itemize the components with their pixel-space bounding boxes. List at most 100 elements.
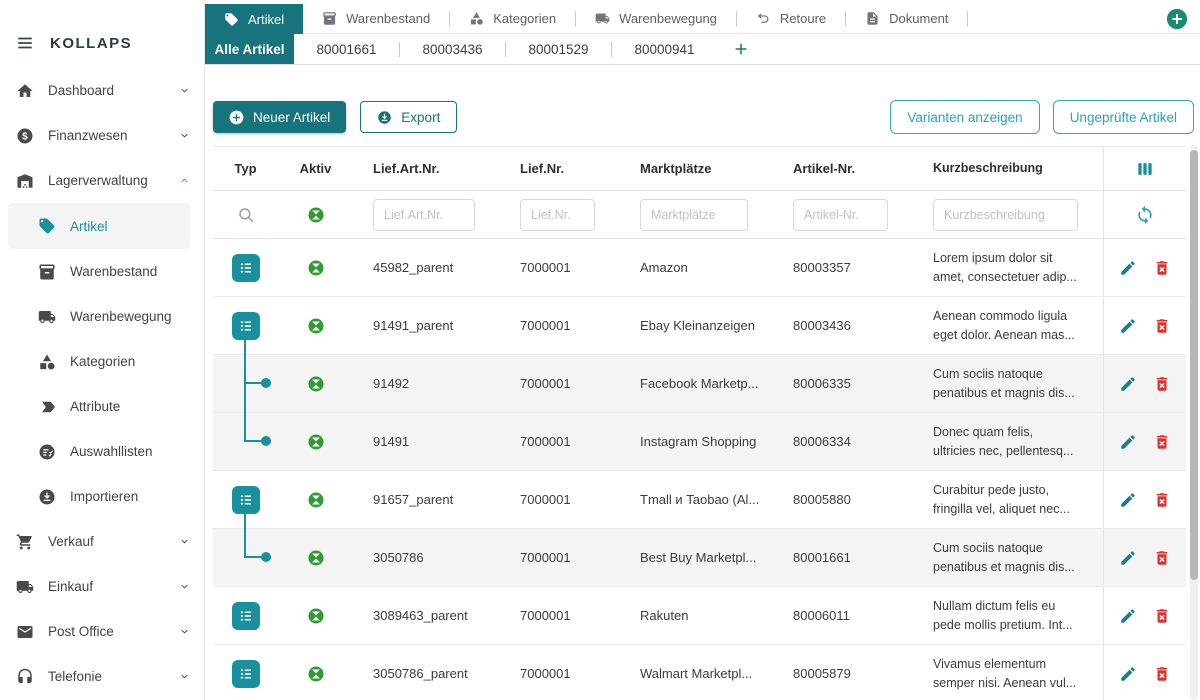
filter-kurzbeschreibung-input[interactable]	[933, 199, 1078, 231]
menu-icon[interactable]	[16, 34, 34, 52]
table-row[interactable]: 3050786_parent 7000001 Walmart Marketpl.…	[213, 645, 1186, 700]
tab-label: Retoure	[780, 11, 826, 26]
table-row[interactable]: 3089463_parent 7000001 Rakuten 80006011 …	[213, 587, 1186, 645]
sidebar-item-finanzwesen[interactable]: Finanzwesen	[0, 113, 204, 158]
table-row[interactable]: 91491_parent 7000001 Ebay Kleinanzeigen …	[213, 297, 1186, 355]
tab-label: 80000941	[634, 42, 694, 57]
variant-list-button[interactable]	[232, 312, 260, 340]
edit-icon[interactable]	[1119, 491, 1137, 509]
sidebar-item-importieren[interactable]: Importieren	[0, 474, 204, 519]
variant-list-button[interactable]	[232, 660, 260, 688]
variant-list-button[interactable]	[232, 486, 260, 514]
search-icon[interactable]	[237, 206, 255, 224]
edit-icon[interactable]	[1119, 259, 1137, 277]
tab-alle-artikel[interactable]: Alle Artikel	[205, 34, 294, 64]
edit-icon[interactable]	[1119, 665, 1137, 683]
sidebar-item-post-office[interactable]: Post Office	[0, 609, 204, 654]
filter-artikel-nr-input[interactable]	[793, 199, 888, 231]
actions-cell	[1103, 355, 1186, 412]
edit-icon[interactable]	[1119, 317, 1137, 335]
kurzbeschreibung-cell: Donec quam felis, ultricies nec, pellent…	[913, 423, 1103, 461]
tab-kategorien[interactable]: Kategorien	[450, 4, 575, 33]
export-button[interactable]: Export	[360, 101, 457, 133]
tab-article-80003436[interactable]: 80003436	[400, 34, 505, 64]
refresh-icon[interactable]	[1135, 205, 1155, 225]
kurzbeschreibung-cell: Nullam dictum felis eu pede mollis preti…	[913, 597, 1103, 635]
sidebar-item-warenbestand[interactable]: Warenbestand	[0, 249, 204, 294]
new-article-button[interactable]: Neuer Artikel	[213, 101, 346, 133]
add-article-tab-button[interactable]	[733, 34, 749, 64]
tab-article-80001661[interactable]: 80001661	[294, 34, 399, 64]
table-row-child[interactable]: 91492 7000001 Facebook Marketp... 800063…	[213, 355, 1186, 413]
marktplatz-cell: Facebook Marketp...	[620, 376, 773, 391]
filter-lief-art-nr-input[interactable]	[373, 199, 475, 231]
chevron-down-icon	[179, 626, 190, 637]
delete-icon[interactable]	[1153, 317, 1171, 335]
filter-marktplaetze-input[interactable]	[640, 199, 748, 231]
delete-icon[interactable]	[1153, 433, 1171, 451]
tab-warenbewegung[interactable]: Warenbewegung	[576, 4, 736, 33]
active-status-icon	[307, 375, 325, 393]
plus-circle-icon	[1166, 8, 1188, 30]
table-row-child[interactable]: 3050786 7000001 Best Buy Marketpl... 800…	[213, 529, 1186, 587]
delete-icon[interactable]	[1153, 665, 1171, 683]
aktiv-filter-icon[interactable]	[307, 206, 325, 224]
edit-icon[interactable]	[1119, 375, 1137, 393]
sidebar-item-label: Importieren	[70, 489, 138, 504]
unchecked-articles-button[interactable]: Ungeprüfte Artikel	[1053, 100, 1194, 134]
edit-icon[interactable]	[1119, 607, 1137, 625]
sidebar-item-label: Warenbestand	[70, 264, 157, 279]
filter-lief-nr-input[interactable]	[520, 199, 595, 231]
table-row-child[interactable]: 91491 7000001 Instagram Shopping 8000633…	[213, 413, 1186, 471]
artikel-nr-cell: 80006334	[773, 434, 913, 449]
show-variants-button[interactable]: Varianten anzeigen	[890, 100, 1039, 134]
sidebar-item-einkauf[interactable]: Einkauf	[0, 564, 204, 609]
sidebar-item-verkauf[interactable]: Verkauf	[0, 519, 204, 564]
delete-icon[interactable]	[1153, 375, 1171, 393]
tab-article-80000941[interactable]: 80000941	[612, 34, 717, 64]
button-label: Varianten anzeigen	[907, 110, 1022, 125]
variant-list-button[interactable]	[232, 254, 260, 282]
edit-icon[interactable]	[1119, 433, 1137, 451]
column-settings-icon[interactable]	[1135, 159, 1155, 179]
lief-nr-cell: 7000001	[500, 260, 620, 275]
variant-list-button[interactable]	[232, 602, 260, 630]
tab-warenbestand[interactable]: Warenbestand	[303, 4, 449, 33]
tab-dokument[interactable]: Dokument	[846, 4, 967, 33]
table-row[interactable]: 45982_parent 7000001 Amazon 80003357 Lor…	[213, 239, 1186, 297]
tab-label: 80001529	[528, 42, 588, 57]
main-content: Artikel Warenbestand Kategorien Warenbew…	[205, 0, 1200, 700]
delete-icon[interactable]	[1153, 491, 1171, 509]
sidebar-item-lagerverwaltung[interactable]: Lagerverwaltung	[0, 158, 204, 203]
sidebar-item-kategorien[interactable]: Kategorien	[0, 339, 204, 384]
sidebar-item-attribute[interactable]: Attribute	[0, 384, 204, 429]
sidebar-item-label: Warenbewegung	[70, 309, 172, 324]
scrollbar[interactable]	[1190, 145, 1198, 700]
table-row[interactable]: 91657_parent 7000001 Tmall и Taobao (Al.…	[213, 471, 1186, 529]
marktplatz-cell: Amazon	[620, 260, 773, 275]
sidebar-item-dashboard[interactable]: Dashboard	[0, 68, 204, 113]
scrollbar-thumb[interactable]	[1190, 150, 1198, 580]
sidebar-item-label: Kategorien	[70, 354, 135, 369]
tab-retoure[interactable]: Retoure	[737, 4, 845, 33]
sidebar-item-warenbewegung[interactable]: Warenbewegung	[0, 294, 204, 339]
list-icon	[236, 258, 256, 278]
delete-icon[interactable]	[1153, 259, 1171, 277]
button-label: Ungeprüfte Artikel	[1070, 110, 1177, 125]
tab-artikel[interactable]: Artikel	[205, 4, 303, 34]
plus-icon	[733, 41, 749, 57]
sidebar-item-telefonie[interactable]: Telefonie	[0, 654, 204, 699]
delete-icon[interactable]	[1153, 607, 1171, 625]
headset-icon	[16, 668, 34, 686]
edit-icon[interactable]	[1119, 549, 1137, 567]
sidebar-item-auswahllisten[interactable]: Auswahllisten	[0, 429, 204, 474]
tab-article-80001529[interactable]: 80001529	[506, 34, 611, 64]
chevron-down-icon	[179, 536, 190, 547]
lief-nr-cell: 7000001	[500, 550, 620, 565]
active-status-icon	[307, 491, 325, 509]
add-module-tab-button[interactable]	[1166, 4, 1200, 33]
delete-icon[interactable]	[1153, 549, 1171, 567]
active-status-icon	[307, 317, 325, 335]
plus-circle-icon	[229, 110, 244, 125]
sidebar-item-artikel[interactable]: Artikel	[8, 203, 190, 249]
